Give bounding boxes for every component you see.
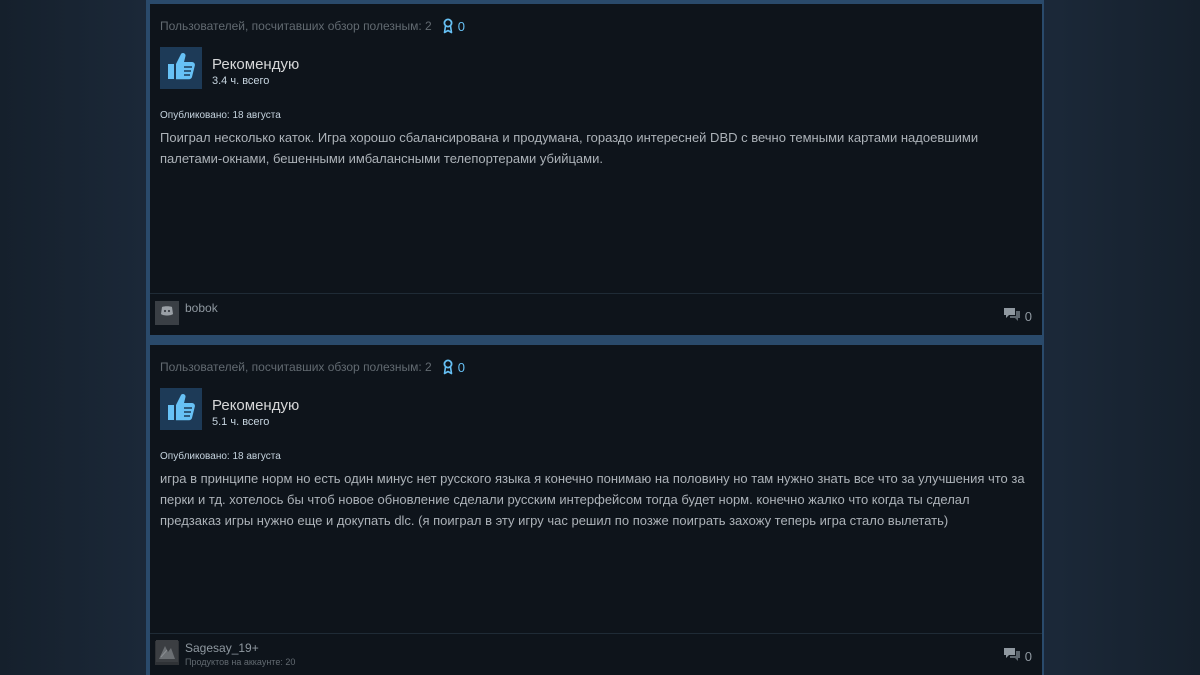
posted-date: Опубликовано: 18 августа bbox=[160, 110, 281, 121]
playtime-hours: 3.4 ч. всего bbox=[212, 75, 270, 87]
review-card: Пользователей, посчитавших обзор полезны… bbox=[150, 4, 1042, 335]
review-footer: bobok 0 bbox=[150, 293, 1042, 335]
vote-header: Рекомендую 3.4 ч. всего bbox=[160, 47, 299, 89]
vote-title[interactable]: Рекомендую bbox=[212, 56, 299, 74]
avatar-image-icon bbox=[156, 639, 178, 667]
vote-header: Рекомендую 5.1 ч. всего bbox=[160, 388, 299, 430]
comment-count: 0 bbox=[1024, 649, 1032, 664]
thumbs-up-icon bbox=[165, 391, 197, 428]
award-button[interactable]: 0 bbox=[442, 359, 465, 375]
recommendation-badge[interactable] bbox=[160, 388, 202, 430]
award-count: 0 bbox=[457, 359, 465, 375]
comment-icon bbox=[1003, 306, 1021, 327]
comment-icon bbox=[1003, 646, 1021, 667]
author-name[interactable]: Sagesay_19+ bbox=[185, 641, 259, 655]
comment-count: 0 bbox=[1024, 309, 1032, 324]
award-count: 0 bbox=[457, 18, 465, 34]
posted-date: Опубликовано: 18 августа bbox=[160, 451, 281, 462]
review-text: Поиграл несколько каток. Игра хорошо сба… bbox=[160, 130, 979, 166]
discord-icon bbox=[160, 304, 174, 322]
award-icon bbox=[442, 359, 454, 375]
helpful-count-text: Пользователей, посчитавших обзор полезны… bbox=[160, 19, 432, 33]
vote-title[interactable]: Рекомендую bbox=[212, 397, 299, 415]
products-owned: Продуктов на аккаунте: 20 bbox=[185, 657, 296, 667]
award-icon bbox=[442, 18, 454, 34]
page: Пользователей, посчитавших обзор полезны… bbox=[0, 0, 1200, 675]
author-name[interactable]: bobok bbox=[185, 301, 218, 315]
review-footer: Sagesay_19+ Продуктов на аккаунте: 20 0 bbox=[150, 633, 1042, 675]
helpful-summary: Пользователей, посчитавших обзор полезны… bbox=[160, 359, 465, 375]
playtime-hours: 5.1 ч. всего bbox=[212, 416, 270, 428]
avatar[interactable] bbox=[155, 639, 179, 667]
helpful-count-text: Пользователей, посчитавших обзор полезны… bbox=[160, 360, 432, 374]
comments-button[interactable]: 0 bbox=[1003, 646, 1032, 667]
comments-button[interactable]: 0 bbox=[1003, 306, 1032, 327]
review-card: Пользователей, посчитавших обзор полезны… bbox=[150, 345, 1042, 675]
avatar[interactable] bbox=[155, 301, 179, 325]
helpful-summary: Пользователей, посчитавших обзор полезны… bbox=[160, 18, 465, 34]
recommendation-badge[interactable] bbox=[160, 47, 202, 89]
award-button[interactable]: 0 bbox=[442, 18, 465, 34]
thumbs-up-icon bbox=[165, 50, 197, 87]
review-text: игра в принципе норм но есть один минус … bbox=[160, 471, 1025, 528]
